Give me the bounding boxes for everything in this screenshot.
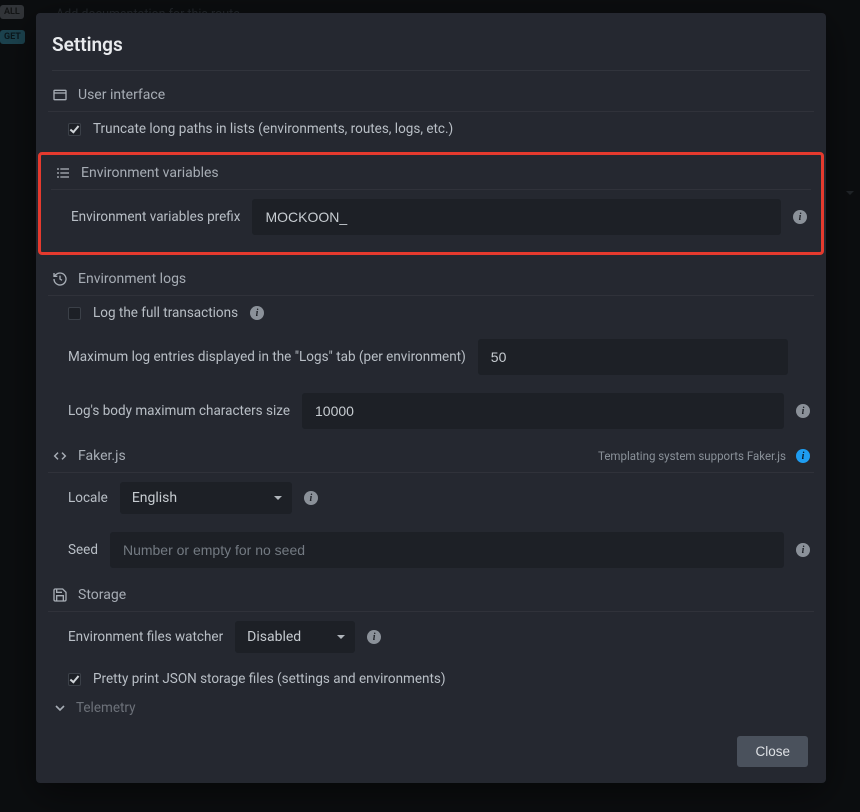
settings-modal: Settings User interface Truncate long pa… [36, 13, 826, 783]
list-icon [55, 165, 71, 181]
method-badge-all: ALL [0, 5, 24, 19]
info-icon[interactable]: i [367, 630, 381, 644]
modal-footer: Close [36, 722, 826, 783]
info-icon[interactable]: i [793, 210, 807, 224]
section-env-logs: Environment logs [48, 261, 814, 296]
truncate-paths-checkbox[interactable] [68, 123, 81, 136]
row-log-full-tx: Log the full transactions i [48, 296, 814, 330]
highlight-env-vars: Environment variables Environment variab… [38, 152, 824, 255]
row-pretty-print: Pretty print JSON storage files (setting… [48, 662, 814, 696]
section-title: Environment logs [78, 271, 186, 287]
section-title: Telemetry [76, 700, 136, 716]
log-full-transactions-checkbox[interactable] [68, 307, 81, 320]
env-prefix-input[interactable] [252, 199, 781, 235]
select-value: Disabled [247, 629, 301, 645]
chevron-down-icon [337, 635, 345, 639]
max-log-entries-input[interactable] [478, 339, 788, 375]
faker-seed-label: Seed [68, 542, 98, 558]
section-faker: Faker.js Templating system supports Fake… [48, 438, 814, 473]
divider [52, 70, 810, 71]
section-title: Faker.js [78, 448, 126, 464]
row-faker-locale: Locale English i [48, 473, 814, 523]
window-icon [52, 87, 68, 103]
log-full-transactions-label: Log the full transactions [93, 305, 238, 321]
truncate-paths-label: Truncate long paths in lists (environmen… [93, 121, 453, 137]
pretty-print-checkbox[interactable] [68, 673, 81, 686]
env-prefix-label: Environment variables prefix [71, 209, 240, 225]
faker-locale-label: Locale [68, 490, 108, 506]
info-icon[interactable]: i [796, 449, 810, 463]
section-user-interface: User interface [48, 77, 814, 112]
info-icon[interactable]: i [796, 543, 810, 557]
modal-title: Settings [52, 33, 808, 56]
faker-locale-select[interactable]: English [120, 482, 292, 514]
row-faker-seed: Seed i [48, 523, 814, 577]
row-max-log-entries: Maximum log entries displayed in the "Lo… [48, 330, 814, 384]
max-log-entries-label: Maximum log entries displayed in the "Lo… [68, 349, 466, 365]
code-icon [52, 448, 68, 464]
info-icon[interactable]: i [250, 306, 264, 320]
faker-seed-input[interactable] [110, 532, 784, 568]
history-icon [52, 271, 68, 287]
row-env-prefix: Environment variables prefix i [51, 190, 811, 244]
section-title: Storage [78, 587, 126, 603]
select-value: English [132, 490, 177, 506]
chevron-down-icon [274, 496, 282, 500]
section-title: User interface [78, 87, 165, 103]
modal-header: Settings [36, 13, 826, 70]
faker-hint: Templating system supports Faker.js [598, 449, 786, 463]
save-icon [52, 587, 68, 603]
log-body-max-input[interactable] [302, 393, 784, 429]
close-button[interactable]: Close [737, 736, 808, 767]
info-icon[interactable]: i [304, 491, 318, 505]
info-icon[interactable]: i [796, 404, 810, 418]
log-body-max-label: Log's body maximum characters size [68, 403, 290, 419]
method-badge-get: GET [0, 30, 25, 44]
section-title: Environment variables [81, 165, 219, 181]
section-telemetry: Telemetry [48, 696, 814, 716]
pretty-print-label: Pretty print JSON storage files (setting… [93, 671, 446, 687]
modal-body: User interface Truncate long paths in li… [36, 70, 826, 722]
section-storage: Storage [48, 577, 814, 612]
row-log-body-max: Log's body maximum characters size i [48, 384, 814, 438]
chevron-down-icon [52, 700, 68, 716]
row-truncate-paths: Truncate long paths in lists (environmen… [48, 112, 814, 146]
section-env-vars: Environment variables [51, 155, 811, 190]
files-watcher-select[interactable]: Disabled [235, 621, 355, 653]
background-dropdown-caret [846, 191, 854, 195]
files-watcher-label: Environment files watcher [68, 629, 223, 645]
row-files-watcher: Environment files watcher Disabled i [48, 612, 814, 662]
